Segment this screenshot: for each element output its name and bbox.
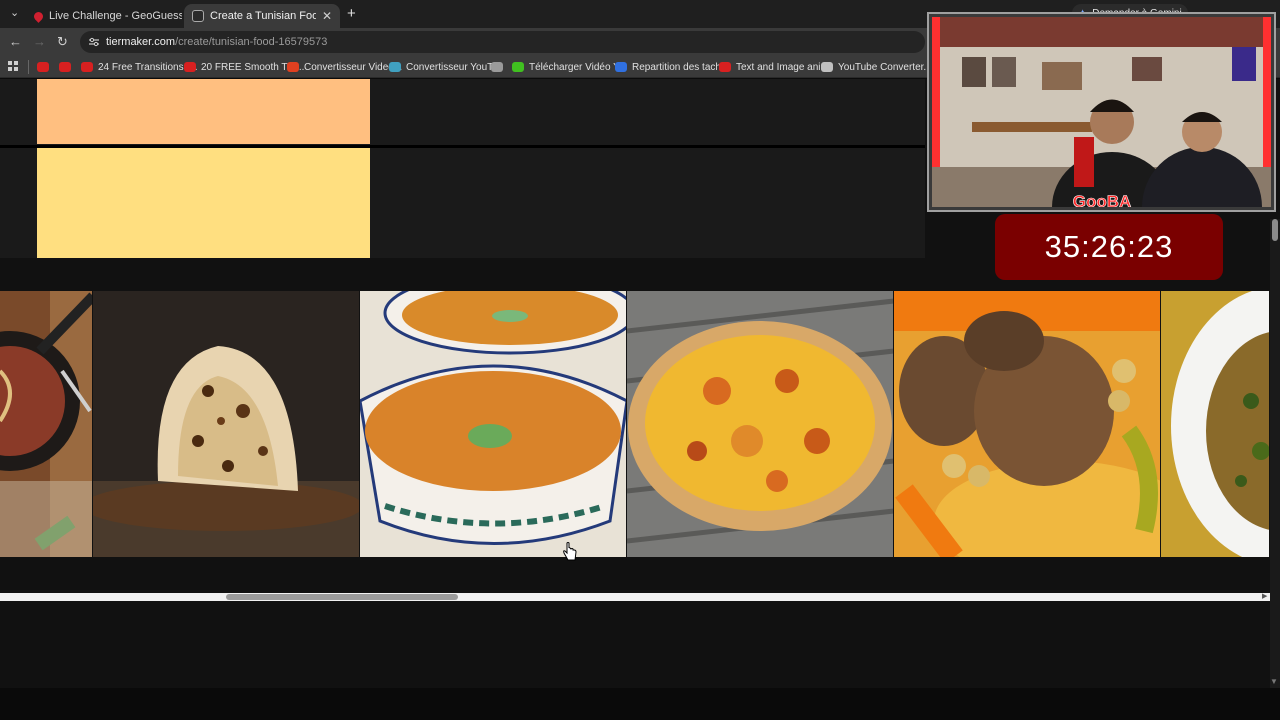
tab-geoguessr[interactable]: Live Challenge - GeoGuessr ✕ — [26, 4, 182, 28]
bookmarks-divider — [28, 60, 29, 74]
tile-lablabi-pan[interactable] — [0, 291, 93, 557]
vertical-scrollbar[interactable] — [1270, 219, 1280, 691]
bookmark-label: Télécharger Vidéo Y... — [529, 61, 627, 73]
bookmark-label: Convertisseur YouT... — [406, 61, 501, 73]
bookmark-favicon-icon — [81, 62, 93, 72]
tile-rice-dish[interactable] — [1161, 291, 1270, 557]
bookmark-label: Text and Image ani... — [736, 61, 829, 73]
bookmark-label: 24 Free Transitions f... — [98, 61, 198, 73]
forward-button[interactable]: → — [33, 34, 46, 49]
tiermaker-favicon-icon — [192, 10, 204, 22]
bookmark-item[interactable]: Text and Image ani... — [719, 59, 829, 75]
hand-cursor-icon — [563, 542, 577, 561]
bookmark-label: Repartition des tach... — [632, 61, 730, 73]
bookmark-favicon-icon — [59, 62, 71, 72]
location-pin-icon — [32, 9, 45, 23]
tier-label-yellow[interactable] — [37, 148, 370, 258]
tier-drop-zone-orange[interactable] — [372, 79, 925, 144]
bookmark-label: YouTube Converter... — [838, 61, 932, 73]
bookmark-item[interactable] — [37, 59, 49, 75]
close-tab-icon[interactable]: ✕ — [322, 9, 332, 23]
bookmark-item[interactable] — [59, 59, 71, 75]
scroll-down-arrow-icon[interactable]: ▼ — [1270, 677, 1278, 686]
tab-title: Live Challenge - GeoGuessr — [49, 10, 182, 22]
bookmark-favicon-icon — [719, 62, 731, 72]
page-bottom-strip — [0, 688, 1280, 720]
horizontal-scrollbar-thumb[interactable] — [226, 594, 458, 600]
tile-couscous-meat[interactable] — [894, 291, 1161, 557]
reload-button[interactable]: ↻ — [57, 34, 68, 50]
bookmark-item[interactable]: Repartition des tach... — [615, 59, 729, 75]
tier-label-orange[interactable] — [37, 79, 370, 144]
tile-mlawi-bread[interactable] — [93, 291, 360, 557]
bookmark-favicon-icon — [491, 62, 503, 72]
bookmark-label: Convertisseur Video... — [304, 61, 403, 73]
bookmark-favicon-icon — [821, 62, 833, 72]
site-settings-icon[interactable] — [88, 37, 100, 47]
bookmark-favicon-icon — [389, 62, 401, 72]
vertical-scrollbar-thumb[interactable] — [1272, 219, 1278, 241]
window-controls — [1180, 9, 1270, 11]
scroll-right-arrow-icon[interactable]: ▶ — [1262, 592, 1267, 600]
bookmark-item[interactable]: Convertisseur YouT... — [389, 59, 501, 75]
tab-tiermaker[interactable]: Create a Tunisian Food Tier List ✕ — [184, 4, 340, 28]
bookmark-favicon-icon — [615, 62, 627, 72]
tile-chorba-soup[interactable] — [360, 291, 627, 557]
tab-title: Create a Tunisian Food Tier List — [210, 10, 316, 22]
bookmark-item[interactable]: Télécharger Vidéo Y... — [512, 59, 627, 75]
bookmark-favicon-icon — [512, 62, 524, 72]
tab-list-button[interactable]: ⌄ — [10, 6, 19, 19]
horizontal-scrollbar[interactable]: ▶ — [0, 593, 1270, 601]
bookmark-item[interactable] — [491, 59, 503, 75]
apps-grid-icon[interactable] — [8, 61, 19, 72]
back-button[interactable]: ← — [9, 34, 22, 49]
url-host: tiermaker.com — [106, 36, 176, 48]
bookmark-favicon-icon — [37, 62, 49, 72]
webcam-overlay: GooBA — [929, 14, 1274, 210]
bookmark-favicon-icon — [287, 62, 299, 72]
new-tab-button[interactable]: + — [347, 5, 356, 22]
tile-pizza[interactable] — [627, 291, 894, 557]
address-bar[interactable]: tiermaker.com/create/tunisian-food-16579… — [80, 31, 925, 53]
tier-drop-zone-yellow[interactable] — [372, 148, 925, 258]
bookmark-item[interactable]: Convertisseur Video... — [287, 59, 402, 75]
stream-timer: 35:26:23 — [995, 214, 1223, 280]
bookmark-item[interactable]: 24 Free Transitions f... — [81, 59, 198, 75]
url-path: /create/tunisian-food-16579573 — [175, 36, 328, 48]
bookmark-item[interactable]: YouTube Converter... — [821, 59, 932, 75]
bookmark-favicon-icon — [184, 62, 196, 72]
cam-sign-text: GooBA — [1073, 192, 1132, 207]
